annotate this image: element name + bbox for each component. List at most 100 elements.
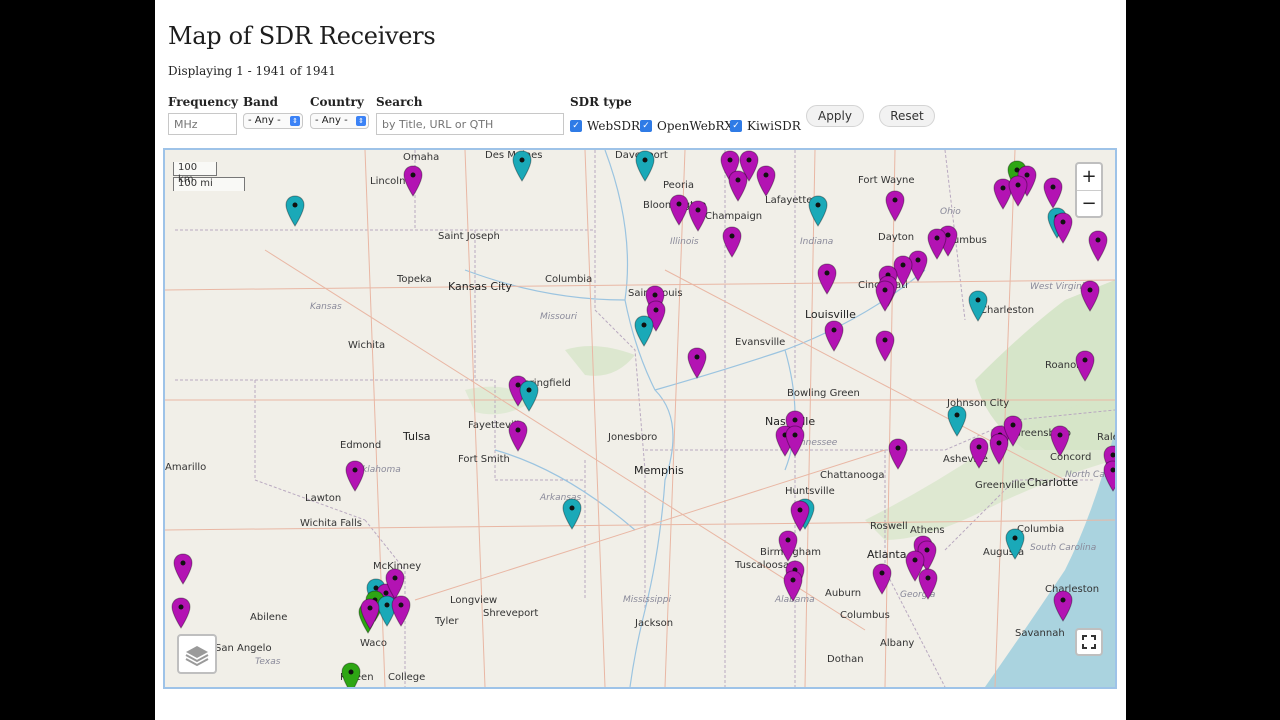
websdr-marker-pin-icon[interactable] (508, 420, 528, 452)
search-input[interactable] (376, 113, 564, 135)
openwebrx-marker-pin-icon[interactable] (634, 315, 654, 347)
city-label: Lawton (305, 493, 342, 504)
city-label: Shreveport (483, 608, 539, 619)
state-label: Indiana (800, 237, 834, 247)
websdr-marker-pin-icon[interactable] (790, 500, 810, 532)
city-label: Chattanooga (820, 470, 885, 481)
openwebrx-marker-pin-icon[interactable] (562, 498, 582, 530)
openwebrx-checkbox[interactable]: ✓ (640, 120, 652, 132)
openwebrx-marker-pin-icon[interactable] (968, 290, 988, 322)
websdr-marker-pin-icon[interactable] (872, 563, 892, 595)
page: Map of SDR Receivers Displaying 1 - 1941… (155, 0, 1126, 720)
state-label: Ohio (940, 207, 961, 217)
reset-button[interactable]: Reset (879, 105, 935, 127)
websdr-marker-pin-icon[interactable] (756, 165, 776, 197)
openwebrx-checkbox-label: OpenWebRX (657, 119, 734, 133)
city-label: Amarillo (165, 462, 207, 473)
websdr-marker-pin-icon[interactable] (1053, 590, 1073, 622)
websdr-marker-pin-icon[interactable] (824, 320, 844, 352)
kiwisdr-checkbox-label: KiwiSDR (747, 119, 801, 133)
chevron-updown-icon: ⇕ (356, 116, 366, 126)
state-label: Missouri (540, 312, 578, 322)
band-select[interactable]: - Any - ⇕ (243, 113, 303, 129)
websdr-marker-pin-icon[interactable] (888, 438, 908, 470)
websdr-marker-pin-icon[interactable] (687, 347, 707, 379)
websdr-marker-pin-icon[interactable] (1008, 175, 1028, 207)
city-label: Topeka (397, 274, 432, 285)
country-label: Country (310, 95, 364, 109)
zoom-in-button[interactable]: + (1077, 164, 1101, 190)
websdr-marker-pin-icon[interactable] (969, 437, 989, 469)
openwebrx-marker-pin-icon[interactable] (1005, 528, 1025, 560)
websdr-marker-pin-icon[interactable] (345, 460, 365, 492)
city-label: Columbia (545, 274, 593, 285)
layers-button[interactable] (177, 634, 217, 674)
city-label: Lincoln (370, 176, 406, 187)
city-label: Charleston (980, 305, 1035, 316)
city-label: Dayton (878, 232, 915, 243)
city-label: Tyler (435, 616, 459, 627)
city-label: Wichita (348, 340, 386, 351)
frequency-label: Frequency (168, 95, 239, 109)
websdr-marker-pin-icon[interactable] (817, 263, 837, 295)
apply-button[interactable]: Apply (806, 105, 864, 127)
openwebrx-marker-pin-icon[interactable] (519, 380, 539, 412)
openwebrx-marker-pin-icon[interactable] (635, 150, 655, 182)
websdr-marker-pin-icon[interactable] (783, 570, 803, 602)
city-label: Dothan (827, 654, 864, 665)
openwebrx-marker-pin-icon[interactable] (808, 195, 828, 227)
city-label: Waco (360, 638, 387, 649)
city-label: Saint Joseph (438, 231, 500, 242)
websdr-marker-pin-icon[interactable] (173, 553, 193, 585)
city-label: Memphis (634, 464, 684, 477)
scale-mi: 100 mi (173, 177, 245, 191)
city-label: San Angelo (215, 643, 272, 654)
websdr-marker-pin-icon[interactable] (875, 330, 895, 362)
scale-km: 100 km (173, 162, 217, 185)
city-label: Evansville (735, 337, 786, 348)
websdr-checkbox[interactable]: ✓ (570, 120, 582, 132)
websdr-marker-pin-icon[interactable] (778, 530, 798, 562)
kiwisdr-marker-pin-icon[interactable] (341, 662, 361, 689)
websdr-marker-pin-icon[interactable] (360, 598, 380, 630)
results-count: Displaying 1 - 1941 of 1941 (168, 64, 336, 78)
state-label: Illinois (670, 237, 699, 247)
websdr-marker-pin-icon[interactable] (669, 194, 689, 226)
websdr-marker-pin-icon[interactable] (1080, 280, 1100, 312)
websdr-marker-pin-icon[interactable] (1103, 460, 1117, 492)
websdr-marker-pin-icon[interactable] (1053, 212, 1073, 244)
sdr-type-label: SDR type (570, 95, 632, 109)
websdr-marker-pin-icon[interactable] (728, 170, 748, 202)
zoom-out-button[interactable]: − (1077, 190, 1101, 216)
city-label: Fort Wayne (858, 175, 915, 186)
openwebrx-marker-pin-icon[interactable] (512, 150, 532, 182)
openwebrx-marker-pin-icon[interactable] (947, 405, 967, 437)
page-title: Map of SDR Receivers (168, 22, 436, 50)
country-select-value: - Any - (315, 115, 348, 126)
websdr-marker-pin-icon[interactable] (875, 280, 895, 312)
kiwisdr-checkbox[interactable]: ✓ (730, 120, 742, 132)
websdr-marker-pin-icon[interactable] (918, 568, 938, 600)
websdr-marker-pin-icon[interactable] (785, 425, 805, 457)
websdr-marker-pin-icon[interactable] (989, 433, 1009, 465)
zoom-control: + − (1075, 162, 1103, 218)
websdr-marker-pin-icon[interactable] (1050, 425, 1070, 457)
websdr-marker-pin-icon[interactable] (885, 190, 905, 222)
websdr-marker-pin-icon[interactable] (171, 597, 191, 629)
websdr-marker-pin-icon[interactable] (722, 226, 742, 258)
websdr-marker-pin-icon[interactable] (403, 165, 423, 197)
websdr-marker-pin-icon[interactable] (688, 200, 708, 232)
fullscreen-button[interactable] (1075, 628, 1103, 656)
websdr-marker-pin-icon[interactable] (927, 228, 947, 260)
websdr-marker-pin-icon[interactable] (391, 595, 411, 627)
city-label: Fort Smith (458, 454, 510, 465)
websdr-marker-pin-icon[interactable] (1088, 230, 1108, 262)
map-view[interactable]: 100 km 100 mi OmahaDes MoinesDavenportLi… (163, 148, 1117, 689)
layers-icon (185, 646, 209, 667)
frequency-input[interactable] (168, 113, 237, 135)
band-label: Band (243, 95, 279, 109)
websdr-marker-pin-icon[interactable] (1043, 177, 1063, 209)
openwebrx-marker-pin-icon[interactable] (285, 195, 305, 227)
country-select[interactable]: - Any - ⇕ (310, 113, 369, 129)
websdr-marker-pin-icon[interactable] (1075, 350, 1095, 382)
